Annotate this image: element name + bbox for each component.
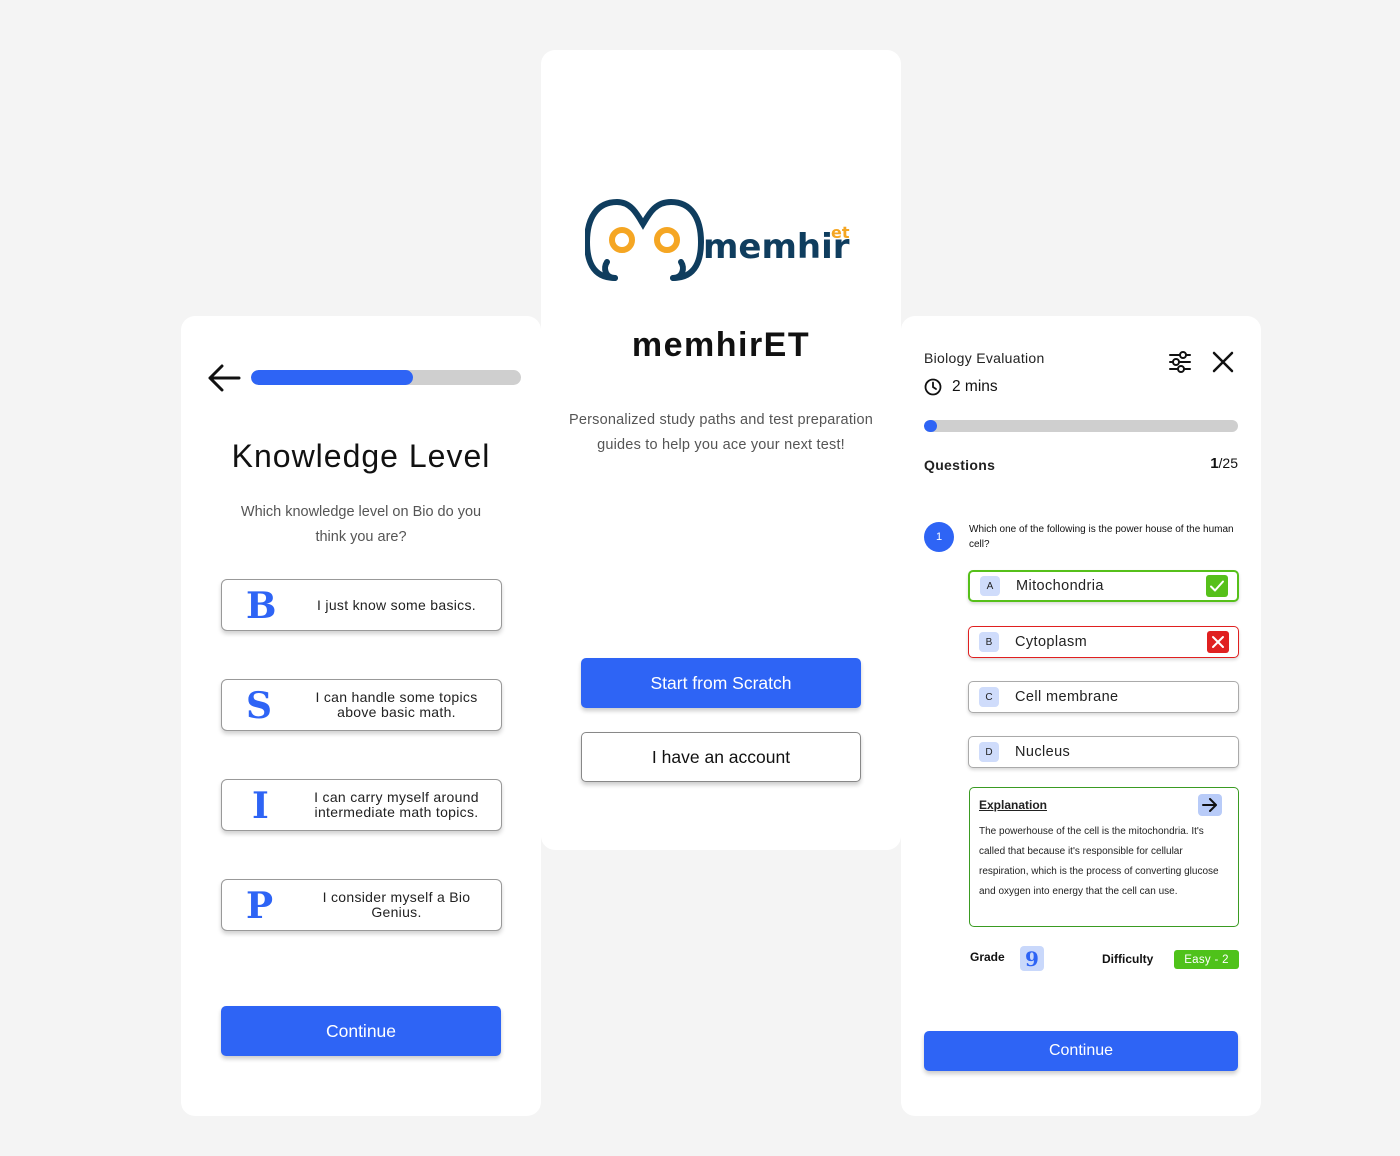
level-option-basic[interactable]: B I just know some basics. bbox=[221, 579, 502, 631]
level-letter: I bbox=[252, 785, 269, 827]
option-text: Mitochondria bbox=[1016, 578, 1104, 594]
option-text: Nucleus bbox=[1015, 744, 1071, 760]
explanation-box: Explanation The powerhouse of the cell i… bbox=[969, 787, 1239, 927]
question-number-badge: 1 bbox=[924, 522, 954, 552]
quiz-screen: Biology Evaluation 2 mins Questions 1/25… bbox=[901, 316, 1261, 1116]
explanation-text: The powerhouse of the cell is the mitoch… bbox=[979, 826, 1219, 897]
question-counter: 1/25 bbox=[1210, 455, 1238, 472]
answer-option-a[interactable]: A Mitochondria bbox=[968, 570, 1239, 602]
level-option-intermediate[interactable]: I I can carry myself around intermediate… bbox=[221, 779, 502, 831]
continue-button[interactable]: Continue bbox=[924, 1031, 1238, 1071]
timer-value: 2 mins bbox=[952, 378, 998, 395]
answer-option-d[interactable]: D Nucleus bbox=[968, 736, 1239, 768]
arrow-left-icon[interactable] bbox=[207, 364, 241, 392]
quiz-title: Biology Evaluation bbox=[924, 350, 1045, 366]
level-description: I can handle some topics above basic mat… bbox=[315, 689, 478, 720]
grade-badge: 9 bbox=[1020, 946, 1044, 971]
question-text: Which one of the following is the power … bbox=[969, 524, 1234, 550]
difficulty-badge: Easy - 2 bbox=[1174, 950, 1239, 969]
level-description: I can carry myself around intermediate m… bbox=[314, 789, 479, 820]
svg-text:et: et bbox=[831, 223, 850, 242]
total-questions: /25 bbox=[1218, 455, 1238, 471]
timer: 2 mins bbox=[924, 378, 998, 396]
check-icon bbox=[1206, 575, 1228, 597]
page-title: Knowledge Level bbox=[231, 438, 491, 474]
quiz-progress-bar bbox=[924, 420, 1238, 432]
progress-fill bbox=[251, 370, 413, 385]
explanation-title: Explanation bbox=[979, 798, 1048, 812]
close-icon[interactable] bbox=[1210, 349, 1236, 375]
have-account-button[interactable]: I have an account bbox=[581, 732, 861, 782]
level-letter: P bbox=[246, 885, 274, 927]
level-option-standard[interactable]: S I can handle some topics above basic m… bbox=[221, 679, 502, 731]
answer-option-b[interactable]: B Cytoplasm bbox=[968, 626, 1239, 658]
x-icon bbox=[1207, 631, 1229, 653]
continue-button[interactable]: Continue bbox=[221, 1006, 501, 1056]
level-description: I just know some basics. bbox=[317, 596, 476, 613]
svg-text:memhir: memhir bbox=[703, 227, 850, 267]
progress-fill bbox=[924, 420, 937, 432]
answer-option-c[interactable]: C Cell membrane bbox=[968, 681, 1239, 713]
option-letter: C bbox=[979, 687, 999, 707]
level-description: I consider myself a Bio Genius. bbox=[322, 889, 471, 920]
arrow-right-icon[interactable] bbox=[1198, 794, 1222, 816]
option-letter: D bbox=[979, 742, 999, 762]
sliders-icon[interactable] bbox=[1167, 349, 1193, 375]
clock-icon bbox=[924, 378, 942, 396]
welcome-screen: memhir et memhirET Personalized study pa… bbox=[541, 50, 901, 850]
questions-label: Questions bbox=[924, 457, 996, 473]
option-text: Cell membrane bbox=[1015, 689, 1119, 705]
level-letter: S bbox=[246, 685, 272, 727]
option-letter: A bbox=[980, 576, 1000, 596]
option-letter: B bbox=[979, 632, 999, 652]
knowledge-level-screen: Knowledge Level Which knowledge level on… bbox=[181, 316, 541, 1116]
onboarding-progress-bar bbox=[251, 370, 521, 385]
level-option-pro[interactable]: P I consider myself a Bio Genius. bbox=[221, 879, 502, 931]
memhiret-logo: memhir et bbox=[583, 196, 865, 286]
level-letter: B bbox=[246, 585, 277, 627]
grade-label: Grade bbox=[970, 950, 1005, 964]
start-from-scratch-button[interactable]: Start from Scratch bbox=[581, 658, 861, 708]
difficulty-label: Difficulty bbox=[1102, 952, 1154, 966]
tagline: Personalized study paths and test prepar… bbox=[568, 412, 874, 453]
current-question: 1 bbox=[1210, 455, 1219, 472]
option-text: Cytoplasm bbox=[1015, 634, 1088, 650]
app-name: memhirET bbox=[631, 326, 811, 364]
page-subtitle: Which knowledge level on Bio do you thin… bbox=[240, 504, 482, 545]
